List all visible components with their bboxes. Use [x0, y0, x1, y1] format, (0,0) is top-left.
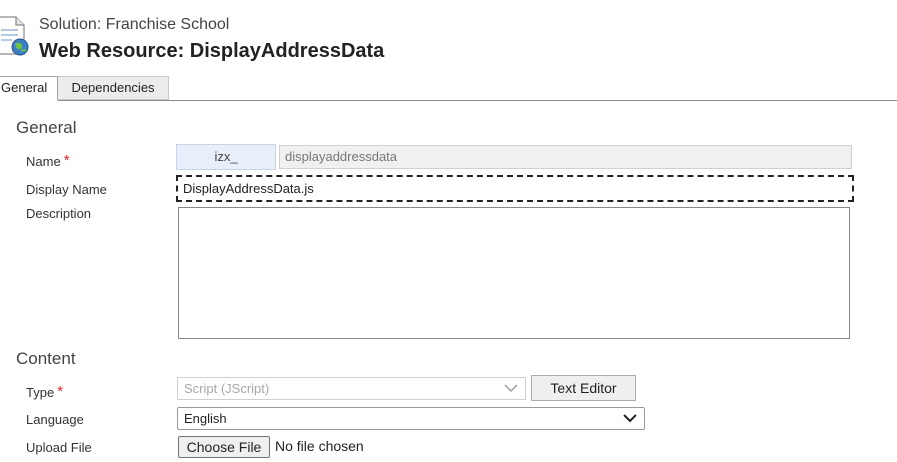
type-select-value: Script (JScript) — [184, 381, 270, 396]
language-select[interactable]: English — [177, 407, 645, 430]
chevron-down-icon — [623, 414, 637, 423]
name-field: displayaddressdata — [279, 145, 852, 169]
upload-file-label: Upload File — [26, 440, 92, 455]
description-textarea[interactable] — [178, 207, 850, 339]
choose-file-button[interactable]: Choose File — [178, 436, 270, 458]
general-section-title: General — [16, 118, 77, 137]
type-label-text: Type — [26, 385, 55, 400]
tab-general[interactable]: General — [0, 76, 58, 101]
chevron-down-icon — [504, 384, 518, 393]
required-marker: * — [63, 152, 70, 169]
name-label: Name * — [26, 152, 70, 170]
required-marker: * — [57, 383, 64, 400]
name-label-text: Name — [26, 154, 61, 169]
type-label: Type * — [26, 383, 64, 401]
display-name-input[interactable]: DisplayAddressData.js — [176, 175, 854, 202]
document-globe-icon — [0, 16, 29, 56]
file-status: No file chosen — [275, 438, 364, 454]
tab-dependencies[interactable]: Dependencies — [58, 76, 169, 100]
language-select-value: English — [184, 411, 227, 426]
type-select: Script (JScript) — [177, 377, 526, 400]
tab-strip-divider — [0, 100, 897, 101]
text-editor-button[interactable]: Text Editor — [531, 375, 636, 401]
content-section-title: Content — [16, 349, 76, 368]
solution-name: Solution: Franchise School — [39, 16, 230, 33]
publisher-prefix: izx_ — [176, 144, 276, 170]
language-label: Language — [26, 412, 84, 427]
page-title: Web Resource: DisplayAddressData — [39, 40, 385, 62]
display-name-label: Display Name — [26, 182, 107, 197]
description-label: Description — [26, 206, 92, 221]
